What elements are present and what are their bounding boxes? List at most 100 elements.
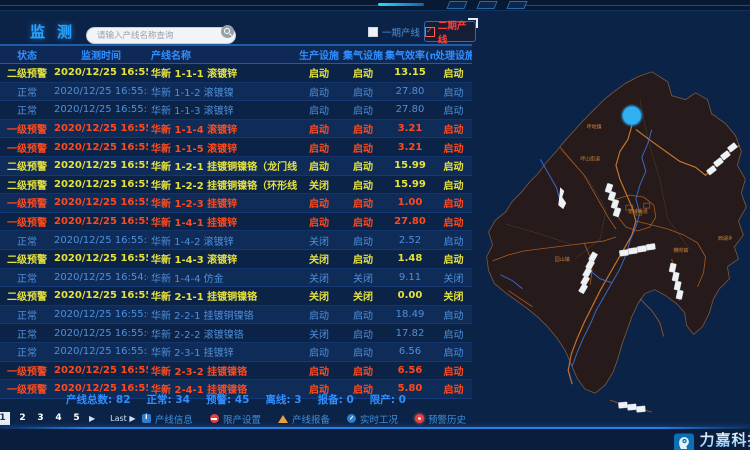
filter-phase2-checkbox[interactable]: 二期产线 xyxy=(424,21,476,42)
map-label: 坪地镇 xyxy=(587,123,602,130)
cell-eff: 9.11 xyxy=(385,272,435,283)
table-row[interactable]: 二级预警2020/12/25 16:55:24华新 1-1-1 滚镀锌启动启动1… xyxy=(0,64,472,83)
cell-status: 正常 xyxy=(0,270,54,285)
column-header: 状态 xyxy=(0,47,54,62)
table-row[interactable]: 二级预警2020/12/25 16:55:24华新 1-2-2 挂镀铜镍铬（环形… xyxy=(0,176,472,195)
cell-treat: 启动 xyxy=(435,363,472,378)
table-row[interactable]: 正常2020/12/25 16:55:24华新 1-1-3 滚镀锌启动启动27.… xyxy=(0,101,472,120)
cell-name: 华新 1-2-1 挂镀铜镍铬（龙门线） xyxy=(148,158,297,173)
cell-treat: 启动 xyxy=(435,233,472,248)
toolbar-button-info[interactable]: 产线信息 xyxy=(142,412,193,426)
cell-status: 一级预警 xyxy=(0,195,54,210)
table-row[interactable]: 一级预警2020/12/25 16:55:24华新 1-4-1 挂镀锌启动启动2… xyxy=(0,213,472,232)
cell-time: 2020/12/25 16:54:44 xyxy=(54,272,148,283)
cell-status: 二级预警 xyxy=(0,177,54,192)
page-button[interactable]: 3 xyxy=(35,412,46,425)
table-row[interactable]: 二级预警2020/12/25 16:55:04华新 1-2-1 挂镀铜镍铬（龙门… xyxy=(0,157,472,176)
page-button[interactable]: 2 xyxy=(17,412,28,425)
cell-status: 二级预警 xyxy=(0,65,54,80)
table-row[interactable]: 二级预警2020/12/25 16:55:04华新 1-4-3 滚镀锌关闭启动1… xyxy=(0,250,472,269)
cell-gas: 启动 xyxy=(341,84,385,99)
cell-eff: 27.80 xyxy=(385,216,435,227)
page-button[interactable]: 1 xyxy=(0,412,10,425)
ban-icon xyxy=(210,414,219,423)
column-header: 产线名称 xyxy=(148,47,297,62)
cell-name: 华新 1-2-2 挂镀铜镍铬（环形线） xyxy=(148,177,297,192)
cell-status: 一级预警 xyxy=(0,140,54,155)
cell-eff: 6.56 xyxy=(385,365,435,376)
cell-treat: 启动 xyxy=(435,251,472,266)
filter-phase1-checkbox[interactable]: 一期产线 xyxy=(368,25,420,39)
cell-name: 华新 2-2-1 挂镀铜镍铬 xyxy=(148,307,297,322)
summary-item: 离线: 3 xyxy=(265,392,301,407)
table-row[interactable]: 一级预警2020/12/25 16:55:24华新 1-1-4 滚镀锌启动启动3… xyxy=(0,120,472,139)
cell-eff: 0.00 xyxy=(385,290,435,301)
map-panel[interactable]: 坪地镇坪山街道龙城街道园山镇横岗镇西湖乡 xyxy=(470,28,750,428)
map-label: 横岗镇 xyxy=(673,247,688,254)
cell-status: 二级预警 xyxy=(0,288,54,303)
table-row[interactable]: 正常2020/12/25 16:55:04华新 2-2-1 挂镀铜镍铬启动启动1… xyxy=(0,306,472,325)
route-shield-icon xyxy=(619,249,629,256)
cell-name: 华新 1-1-5 滚镀锌 xyxy=(148,140,297,155)
table-row[interactable]: 正常2020/12/25 16:55:24华新 1-1-2 滚镀镍启动启动27.… xyxy=(0,83,472,102)
pagination: 12345 ▶ Last ▶ xyxy=(0,412,136,425)
cell-treat: 启动 xyxy=(435,140,472,155)
table-row[interactable]: 一级预警2020/12/25 16:55:24华新 1-1-5 滚镀锌启动启动3… xyxy=(0,138,472,157)
table-row[interactable]: 二级预警2020/12/25 16:55:24华新 2-1-1 挂镀铜镍铬关闭关… xyxy=(0,287,472,306)
cell-name: 华新 2-1-1 挂镀铜镍铬 xyxy=(148,288,297,303)
cell-status: 一级预警 xyxy=(0,363,54,378)
decor-rect xyxy=(476,1,497,9)
cell-eff: 17.82 xyxy=(385,328,435,339)
column-header: 集气效率(m³/s) xyxy=(385,47,435,62)
cell-treat: 启动 xyxy=(435,195,472,210)
next-page-button[interactable]: ▶ xyxy=(89,414,95,423)
table-row[interactable]: 正常2020/12/25 16:55:24华新 2-3-1 挂镀锌启动启动6.5… xyxy=(0,343,472,362)
cell-gas: 启动 xyxy=(341,251,385,266)
table-row[interactable]: 正常2020/12/25 16:55:24华新 1-4-2 滚镀锌关闭启动2.5… xyxy=(0,231,472,250)
cell-time: 2020/12/25 16:55:24 xyxy=(54,290,148,301)
cell-gas: 关闭 xyxy=(341,288,385,303)
district-map[interactable]: 坪地镇坪山街道龙城街道园山镇横岗镇西湖乡 xyxy=(470,28,750,428)
cell-gas: 启动 xyxy=(341,177,385,192)
cell-prod: 关闭 xyxy=(297,251,341,266)
cell-time: 2020/12/25 16:55:24 xyxy=(54,365,148,376)
table-row[interactable]: 一级预警2020/12/25 16:55:24华新 1-2-3 挂镀锌启动启动1… xyxy=(0,194,472,213)
cell-gas: 启动 xyxy=(341,140,385,155)
page-button[interactable]: 4 xyxy=(53,412,64,425)
bottom-bar: 力嘉科技 LEAGUE TECH xyxy=(0,429,750,450)
gauge-icon xyxy=(347,414,356,423)
cell-status: 一级预警 xyxy=(0,214,54,229)
cell-prod: 关闭 xyxy=(297,233,341,248)
toolbar-button-alarm[interactable]: 预警历史 xyxy=(415,412,466,426)
cell-treat: 启动 xyxy=(435,84,472,99)
search-input[interactable] xyxy=(86,27,236,44)
column-header: 生产设施 xyxy=(297,47,341,62)
decor-cyan-segment xyxy=(378,3,424,6)
map-label: 龙城街道 xyxy=(628,208,648,215)
table-row[interactable]: 正常2020/12/25 16:54:44华新 1-4-4 仿金关闭关闭9.11… xyxy=(0,269,472,288)
cell-time: 2020/12/25 16:55:24 xyxy=(54,142,148,153)
checkbox-checked-icon xyxy=(425,27,435,37)
cell-prod: 启动 xyxy=(297,158,341,173)
alarm-icon xyxy=(415,414,424,423)
alert-marker-icon[interactable] xyxy=(622,106,641,125)
summary-item: 产线总数: 82 xyxy=(66,392,130,407)
toolbar-button-label: 实时工况 xyxy=(360,412,398,426)
toolbar-button-ban[interactable]: 限产设置 xyxy=(210,412,261,426)
table-row[interactable]: 正常2020/12/25 16:55:04华新 2-2-2 滚镀镍铬关闭启动17… xyxy=(0,324,472,343)
cell-eff: 15.99 xyxy=(385,179,435,190)
toolbar-button-tri[interactable]: 产线报备 xyxy=(278,412,330,426)
route-shield-icon xyxy=(636,406,645,413)
toolbar-button-gauge[interactable]: 实时工况 xyxy=(347,412,398,426)
cell-eff: 15.99 xyxy=(385,160,435,171)
last-page-button[interactable]: Last ▶ xyxy=(110,414,135,423)
column-header: 集气设施 xyxy=(341,47,385,62)
search-icon[interactable] xyxy=(221,25,234,38)
page-button[interactable]: 5 xyxy=(71,412,82,425)
table-row[interactable]: 一级预警2020/12/25 16:55:24华新 2-3-2 挂镀镍铬启动启动… xyxy=(0,362,472,381)
toolbar-buttons: 产线信息 限产设置 产线报备 实时工况 预警历史 xyxy=(142,412,466,426)
map-marker[interactable] xyxy=(620,104,643,127)
cell-eff: 6.56 xyxy=(385,346,435,357)
cell-prod: 启动 xyxy=(297,84,341,99)
toolbar-button-label: 产线报备 xyxy=(292,412,330,426)
